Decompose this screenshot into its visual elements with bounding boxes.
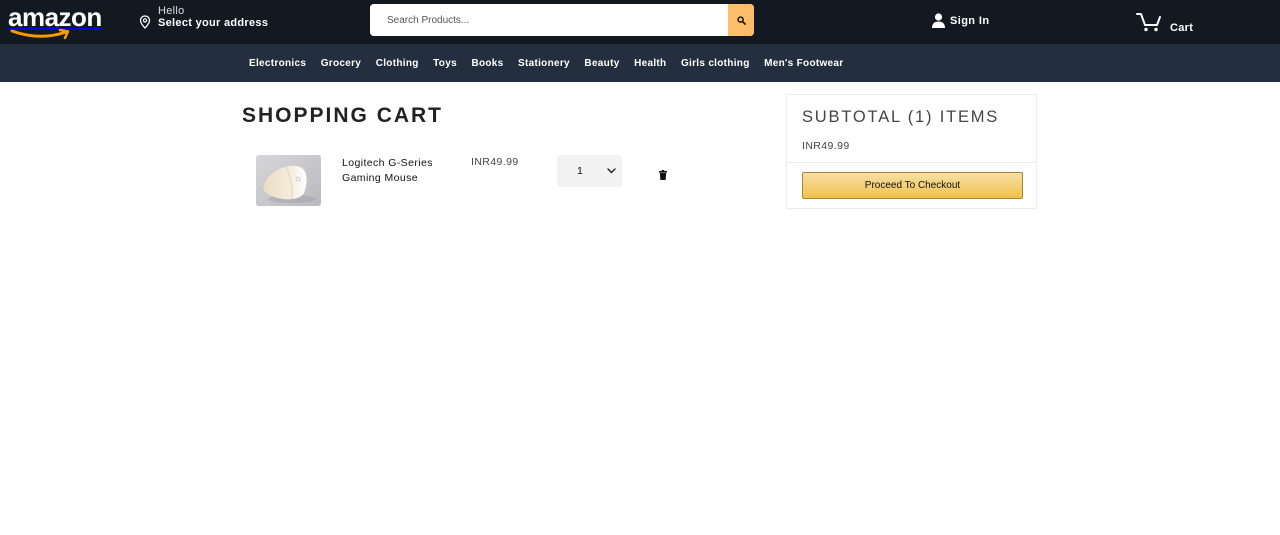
nav-item-toys[interactable]: Toys — [433, 58, 457, 69]
cart-label: Cart — [1170, 22, 1194, 34]
cart-link[interactable]: Cart — [1136, 12, 1194, 34]
sign-in-link[interactable]: Sign In — [932, 13, 989, 28]
trash-icon — [659, 170, 667, 180]
logo-smile-icon — [10, 28, 70, 40]
nav-item-clothing[interactable]: Clothing — [376, 58, 419, 69]
subtotal-card: SUBTOTAL (1) ITEMS INR49.99 Proceed To C… — [786, 94, 1037, 209]
nav-item-grocery[interactable]: Grocery — [321, 58, 361, 69]
search-icon — [736, 15, 746, 25]
user-icon — [932, 13, 945, 28]
nav-item-books[interactable]: Books — [471, 58, 503, 69]
logo-text: amazon — [8, 2, 102, 32]
nav-item-girls-clothing[interactable]: Girls clothing — [681, 58, 750, 69]
address-label: Select your address — [158, 17, 269, 29]
product-name[interactable]: Logitech G-Series Gaming Mouse — [342, 156, 452, 186]
subtotal-value: INR49.99 — [802, 140, 850, 152]
nav-item-beauty[interactable]: Beauty — [584, 58, 619, 69]
proceed-to-checkout-button[interactable]: Proceed To Checkout — [802, 172, 1023, 199]
cart-item: Logitech G-Series Gaming Mouse INR49.99 … — [256, 155, 696, 207]
top-header: amazon Hello Select your address Search … — [0, 0, 1280, 44]
quantity-select[interactable]: 1 — [557, 155, 622, 187]
location-pin-icon — [139, 15, 151, 29]
search-button[interactable] — [728, 4, 754, 36]
address-greeting: Hello — [158, 5, 185, 17]
product-price: INR49.99 — [471, 156, 519, 168]
sign-in-label: Sign In — [950, 14, 990, 27]
divider — [787, 162, 1036, 163]
amazon-logo[interactable]: amazon — [8, 2, 102, 40]
page-title: SHOPPING CART — [242, 104, 444, 127]
nav-item-electronics[interactable]: Electronics — [249, 58, 306, 69]
mouse-product-icon — [256, 155, 321, 206]
cart-icon — [1136, 13, 1161, 32]
search-bar — [370, 4, 754, 36]
nav-item-mens-footwear[interactable]: Men's Footwear — [764, 58, 843, 69]
address-selector[interactable]: Hello Select your address — [139, 6, 268, 30]
chevron-down-icon — [607, 168, 616, 174]
cart-section: SHOPPING CART — [242, 104, 443, 128]
search-input[interactable] — [370, 4, 728, 36]
subtotal-title: SUBTOTAL (1) ITEMS — [802, 108, 1000, 126]
delete-item-button[interactable] — [659, 167, 667, 185]
category-nav: Electronics Grocery Clothing Toys Books … — [0, 44, 1280, 82]
nav-item-health[interactable]: Health — [634, 58, 666, 69]
product-image[interactable] — [256, 155, 321, 206]
nav-item-stationery[interactable]: Stationery — [518, 58, 570, 69]
quantity-value: 1 — [577, 165, 583, 177]
